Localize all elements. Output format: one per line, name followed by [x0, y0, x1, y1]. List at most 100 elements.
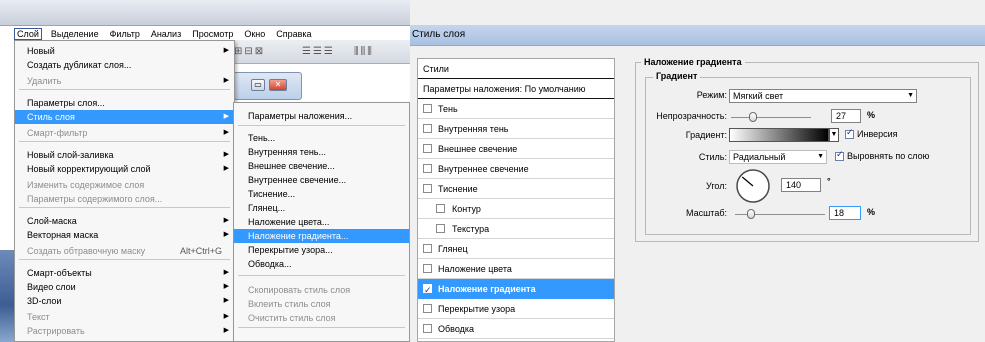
scale-slider-thumb[interactable]	[747, 209, 756, 219]
style-item-label: Тиснение	[438, 184, 478, 194]
layer-menu-item[interactable]: Смарт-объекты ▶	[15, 266, 234, 280]
menu-separator	[19, 259, 230, 260]
style-list-item[interactable]: Наложение цвета	[418, 259, 614, 279]
layer-menu-item[interactable]: Параметры содержимого слоя...	[15, 192, 234, 206]
style-checkbox[interactable]	[423, 264, 432, 273]
style-submenu-item[interactable]: Наложение градиента...	[234, 229, 409, 243]
style-submenu-item[interactable]: Внешнее свечение...	[234, 159, 409, 173]
style-item-label: Наложение градиента	[438, 284, 536, 294]
opacity-label: Непрозрачность:	[656, 111, 727, 121]
style-checkbox[interactable]	[436, 204, 445, 213]
layer-menu-item[interactable]: Создать обтравочную маску Alt+Ctrl+G	[15, 244, 234, 258]
style-submenu-item[interactable]: Внутреннее свечение...	[234, 173, 409, 187]
gradient-picker[interactable]	[729, 128, 829, 142]
chevron-down-icon: ▼	[817, 153, 824, 160]
layer-menu-item[interactable]: Удалить ▶	[15, 74, 234, 88]
style-checkbox[interactable]	[423, 280, 432, 300]
style-list-item[interactable]: Внешнее свечение	[418, 139, 614, 159]
style-submenu-item[interactable]: Скопировать стиль слоя	[234, 283, 409, 297]
style-checkbox[interactable]	[423, 184, 432, 193]
style-submenu-item[interactable]: Внутренняя тень...	[234, 145, 409, 159]
menu-item-label: Изменить содержимое слоя	[27, 180, 145, 190]
layer-menu-item[interactable]: Текст ▶	[15, 310, 234, 324]
layer-menu-item[interactable]: Параметры слоя...	[15, 96, 234, 110]
close-icon[interactable]: ✕	[269, 79, 287, 91]
style-submenu-item[interactable]: Параметры наложения...	[234, 109, 409, 123]
scale-input[interactable]: 18	[829, 206, 861, 220]
layer-menu-item[interactable]: Создать дубликат слоя...	[15, 58, 234, 72]
style-submenu-item[interactable]: Очистить стиль слоя	[234, 311, 409, 325]
gradient-style-select[interactable]: Радиальный ▼	[729, 150, 827, 164]
gradient-dropdown-icon[interactable]: ▼	[829, 128, 839, 142]
menu-item-5[interactable]: Окно	[242, 28, 267, 40]
blend-mode-select[interactable]: Мягкий свет ▼	[729, 89, 917, 103]
style-checkbox[interactable]	[423, 144, 432, 153]
style-list-item[interactable]: Тиснение	[418, 179, 614, 199]
layer-menu-item[interactable]: Изменить содержимое слоя	[15, 178, 234, 192]
section-title: Наложение градиента	[641, 57, 745, 68]
opacity-slider-thumb[interactable]	[748, 112, 757, 122]
menu-bar: Слой Выделение Фильтр Анализ Просмотр Окно Спр…	[14, 28, 410, 40]
mode-label: Режим:	[696, 90, 727, 100]
style-submenu-item[interactable]: Тиснение...	[234, 187, 409, 201]
angle-dial[interactable]	[735, 168, 771, 204]
layer-menu-item[interactable]: Векторная маска ▶	[15, 228, 234, 242]
menu-layer[interactable]: Слой	[14, 28, 42, 40]
restore-icon[interactable]: ▭	[251, 79, 265, 91]
application-title-bar	[0, 0, 410, 26]
style-checkbox[interactable]	[436, 224, 445, 233]
layer-menu-item[interactable]: 3D-слои ▶	[15, 294, 234, 308]
style-list-item[interactable]: Глянец	[418, 239, 614, 259]
menu-separator	[19, 141, 230, 142]
style-checkbox[interactable]	[423, 104, 432, 113]
style-submenu-item[interactable]: Наложение цвета...	[234, 215, 409, 229]
align-with-layer-label: Выровнять по слою	[847, 151, 930, 161]
scale-label: Масштаб:	[685, 208, 727, 218]
style-list-item[interactable]: Обводка	[418, 319, 614, 339]
blending-options-header[interactable]: Параметры наложения: По умолчанию	[418, 79, 614, 99]
chevron-right-icon: ▶	[223, 113, 229, 120]
style-list-item[interactable]: Внутреннее свечение	[418, 159, 614, 179]
menu-item-label: Растрировать	[27, 326, 85, 336]
layer-menu-item[interactable]: Слой-маска ▶	[15, 214, 234, 228]
align-with-layer-checkbox[interactable]	[835, 149, 844, 161]
style-list-item[interactable]: Перекрытие узора	[418, 299, 614, 319]
layer-menu-item[interactable]: Стиль слоя ▶	[15, 110, 234, 124]
layer-menu-item[interactable]: Смарт-фильтр ▶	[15, 126, 234, 140]
style-checkbox[interactable]	[423, 164, 432, 173]
layer-menu-item[interactable]: Новый корректирующий слой ▶	[15, 162, 234, 176]
layer-menu-item[interactable]: Растрировать ▶	[15, 324, 234, 338]
layer-menu-item[interactable]: Видео слои ▶	[15, 280, 234, 294]
opacity-input[interactable]: 27	[831, 109, 861, 123]
style-list-item[interactable]: Тень	[418, 99, 614, 119]
style-submenu-item[interactable]: Обводка...	[234, 257, 409, 271]
style-list-item[interactable]: Наложение градиента	[418, 279, 614, 300]
layer-menu-item[interactable]: Новый ▶	[15, 44, 234, 58]
style-checkbox[interactable]	[423, 304, 432, 313]
layer-menu-item[interactable]: Новый слой-заливка ▶	[15, 148, 234, 162]
style-checkbox[interactable]	[423, 244, 432, 253]
style-submenu-item[interactable]: Глянец...	[234, 201, 409, 215]
dialog-title: Стиль слоя	[412, 29, 466, 40]
style-checkbox[interactable]	[423, 124, 432, 133]
menu-item-6[interactable]: Справка	[274, 28, 313, 40]
style-list-item[interactable]: Текстура	[418, 219, 614, 239]
menu-item-1[interactable]: Выделение	[49, 28, 101, 40]
style-item-label: Обводка	[438, 324, 475, 334]
menu-item-3[interactable]: Анализ	[149, 28, 183, 40]
opacity-slider-track[interactable]	[731, 117, 811, 118]
style-submenu-item[interactable]: Перекрытие узора...	[234, 243, 409, 257]
menu-item-4[interactable]: Просмотр	[190, 28, 235, 40]
style-item-label: Контур	[452, 204, 481, 214]
invert-checkbox[interactable]	[845, 127, 854, 139]
style-list-item[interactable]: Контур	[418, 199, 614, 219]
style-list-item[interactable]: Внутренняя тень	[418, 119, 614, 139]
style-submenu-item[interactable]: Вклеить стиль слоя	[234, 297, 409, 311]
menu-item-2[interactable]: Фильтр	[108, 28, 142, 40]
style-submenu-item[interactable]: Тень...	[234, 131, 409, 145]
styles-header[interactable]: Стили	[418, 59, 614, 79]
angle-input[interactable]: 140	[781, 178, 821, 192]
style-checkbox[interactable]	[423, 324, 432, 333]
chevron-right-icon: ▶	[223, 327, 229, 334]
gradient-overlay-panel: Наложение градиента Градиент Режим: Мягк…	[631, 49, 985, 342]
